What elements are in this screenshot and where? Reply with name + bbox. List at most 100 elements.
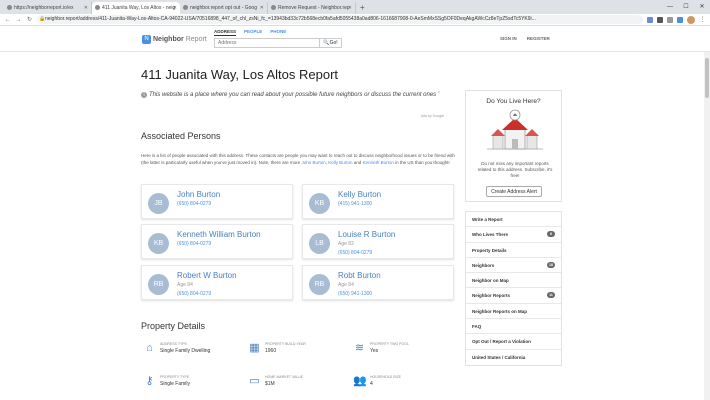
person-age: Age 84: [177, 282, 193, 288]
property-label: PROPERTY BUILD YEAR: [265, 342, 306, 346]
browser-tab-3[interactable]: neighbor.report opt out - Goog ✕: [180, 2, 268, 14]
house-icon: ⌂: [146, 342, 153, 354]
search-button[interactable]: 🔍Go!: [319, 39, 341, 47]
forward-icon[interactable]: →: [15, 17, 22, 23]
browser-tab-4[interactable]: Remove Request - Neighbor.rep ✕: [268, 2, 356, 14]
count-badge: 6: [547, 231, 555, 238]
sidebar-item-label: FAQ: [472, 324, 482, 330]
extension-icon[interactable]: [647, 16, 653, 23]
reload-icon[interactable]: ↻: [26, 16, 33, 23]
associated-persons-heading: Associated Persons: [141, 131, 221, 141]
person-phone[interactable]: (650) 804-0279: [177, 201, 211, 207]
close-tab-icon[interactable]: ✕: [348, 2, 352, 14]
sidebar-menu: Write a Report Who Lives There 6 Property…: [465, 211, 562, 366]
new-tab-button[interactable]: +: [356, 2, 369, 14]
browser-tab-1[interactable]: https://neighborreport.io/ex ✕: [4, 2, 92, 14]
address-bar: ← → ↻ 🔒 neighbor.report/address/411-Juani…: [0, 14, 710, 26]
tab-people[interactable]: PEOPLE: [244, 29, 262, 36]
person-name[interactable]: Robert W Burton: [177, 271, 237, 280]
person-name[interactable]: John Burton: [177, 190, 220, 199]
register-link[interactable]: REGISTER: [527, 36, 550, 41]
person-card[interactable]: KB Kelly Burton (415) 941-1300: [302, 184, 454, 219]
property-value: Yes: [370, 348, 379, 354]
house-alert-icon: [487, 109, 543, 150]
close-tab-icon[interactable]: ✕: [260, 2, 264, 14]
favicon-icon: [271, 5, 276, 10]
person-card[interactable]: RB Robert W Burton Age 84 (650) 804-0279: [141, 265, 293, 300]
property-item: ⚷ PROPERTY TYPE Single Family: [143, 375, 190, 388]
ads-by-google[interactable]: Ads by Google: [421, 114, 444, 118]
sidebar-item-neighbor-on-map[interactable]: Neighbor on Map: [466, 273, 561, 289]
url-field[interactable]: 🔒 neighbor.report/address/411-Juanita-Way…: [37, 15, 643, 24]
sidebar-item-label: Who Lives There: [472, 232, 509, 238]
close-tab-icon[interactable]: ✕: [84, 2, 88, 14]
blurb-link-kelly[interactable]: Kelly Burton: [328, 160, 352, 165]
sidebar-item-label: Neighbor Reports: [472, 293, 511, 299]
tab-phone[interactable]: PHONE: [270, 29, 286, 36]
close-tab-icon[interactable]: ✕: [173, 2, 177, 14]
property-value: 1960: [265, 348, 277, 354]
count-badge: 11: [547, 292, 555, 299]
header-links: SIGN IN REGISTER: [500, 36, 550, 41]
person-card[interactable]: JB John Burton (650) 804-0279: [141, 184, 293, 219]
person-name[interactable]: Louise R Burton: [338, 230, 395, 239]
sidebar-item-label: Neighbor on Map: [472, 278, 509, 284]
tab-label: Remove Request - Neighbor.rep: [278, 5, 350, 11]
maximize-icon[interactable]: ☐: [678, 0, 694, 14]
page-scrollbar[interactable]: [704, 52, 710, 400]
close-window-icon[interactable]: ✕: [694, 0, 710, 14]
tab-label: https://neighborreport.io/ex: [14, 5, 74, 11]
person-phone[interactable]: (415) 941-1300: [338, 201, 372, 207]
scrollbar-thumb[interactable]: [705, 58, 709, 98]
person-name[interactable]: Kenneth William Burton: [177, 230, 261, 239]
menu-kebab-icon[interactable]: ⋮: [699, 16, 706, 23]
tab-address[interactable]: ADDRESS: [214, 29, 237, 36]
person-phone[interactable]: (650) 804-0279: [338, 250, 372, 256]
person-age: Age 84: [338, 282, 354, 288]
blurb-text-end: in the US than you thought!: [395, 160, 450, 165]
sidebar-item-label: Neighbors: [472, 262, 495, 268]
window-controls: — ☐ ✕: [662, 0, 710, 14]
tab-label: 411 Juanita Way, Los Altos - neig: [102, 5, 176, 11]
person-card[interactable]: KB Kenneth William Burton (650) 804-0279: [141, 224, 293, 259]
sidebar-item-opt-out[interactable]: Opt Out / Report a Violation: [466, 334, 561, 350]
dylh-title: Do You Live Here?: [486, 98, 541, 105]
person-name[interactable]: Robt Burton: [338, 271, 381, 280]
person-phone[interactable]: (650) 941-1300: [338, 291, 372, 297]
sidebar-item-who-lives-there[interactable]: Who Lives There 6: [466, 227, 561, 243]
create-address-alert-button[interactable]: Create Address Alert: [486, 186, 542, 197]
sidebar-item-neighbor-reports-map[interactable]: Neighbor Reports on Map: [466, 304, 561, 320]
avatar: LB: [309, 233, 330, 254]
sidebar-item-location[interactable]: United States / California: [466, 350, 561, 365]
extension-icon[interactable]: [667, 16, 673, 23]
back-icon[interactable]: ←: [4, 17, 11, 23]
minimize-icon[interactable]: —: [662, 0, 678, 14]
profile-avatar[interactable]: [687, 15, 695, 24]
sidebar-item-label: United States / California: [472, 354, 526, 360]
sidebar-item-write-report[interactable]: Write a Report: [466, 212, 561, 228]
browser-tab-2[interactable]: 411 Juanita Way, Los Altos - neig ✕: [92, 2, 180, 14]
person-phone[interactable]: (650) 804-0279: [177, 291, 211, 297]
person-phone[interactable]: (650) 804-0279: [177, 241, 211, 247]
sidebar-item-property-details[interactable]: Property Details: [466, 243, 561, 258]
extension-icon[interactable]: [657, 16, 663, 23]
logo-mark-icon: N: [142, 35, 151, 44]
sidebar-item-neighbors[interactable]: Neighbors 18: [466, 258, 561, 274]
sidebar-item-faq[interactable]: FAQ: [466, 319, 561, 335]
site-logo[interactable]: N Neighbor Report: [142, 35, 207, 44]
avatar: KB: [148, 233, 169, 254]
person-name[interactable]: Kelly Burton: [338, 190, 381, 199]
search-input[interactable]: [215, 39, 319, 47]
person-card[interactable]: LB Louise R Burton Age 82 (650) 804-0279: [302, 224, 454, 259]
person-card[interactable]: RB Robt Burton Age 84 (650) 941-1300: [302, 265, 454, 300]
search-type-tabs: ADDRESS PEOPLE PHONE: [214, 29, 286, 36]
sidebar-item-label: Write a Report: [472, 217, 503, 222]
blurb-link-john[interactable]: John Burton: [301, 160, 325, 165]
signin-link[interactable]: SIGN IN: [500, 36, 517, 41]
avatar: JB: [148, 193, 169, 214]
property-label: HOME MARKET VALUE: [265, 375, 304, 379]
search-box: 🔍Go!: [214, 38, 342, 48]
sidebar-item-neighbor-reports[interactable]: Neighbor Reports 11: [466, 288, 561, 304]
extension-icon[interactable]: [677, 16, 683, 23]
blurb-link-kenneth[interactable]: Kenneth Burton: [363, 160, 394, 165]
